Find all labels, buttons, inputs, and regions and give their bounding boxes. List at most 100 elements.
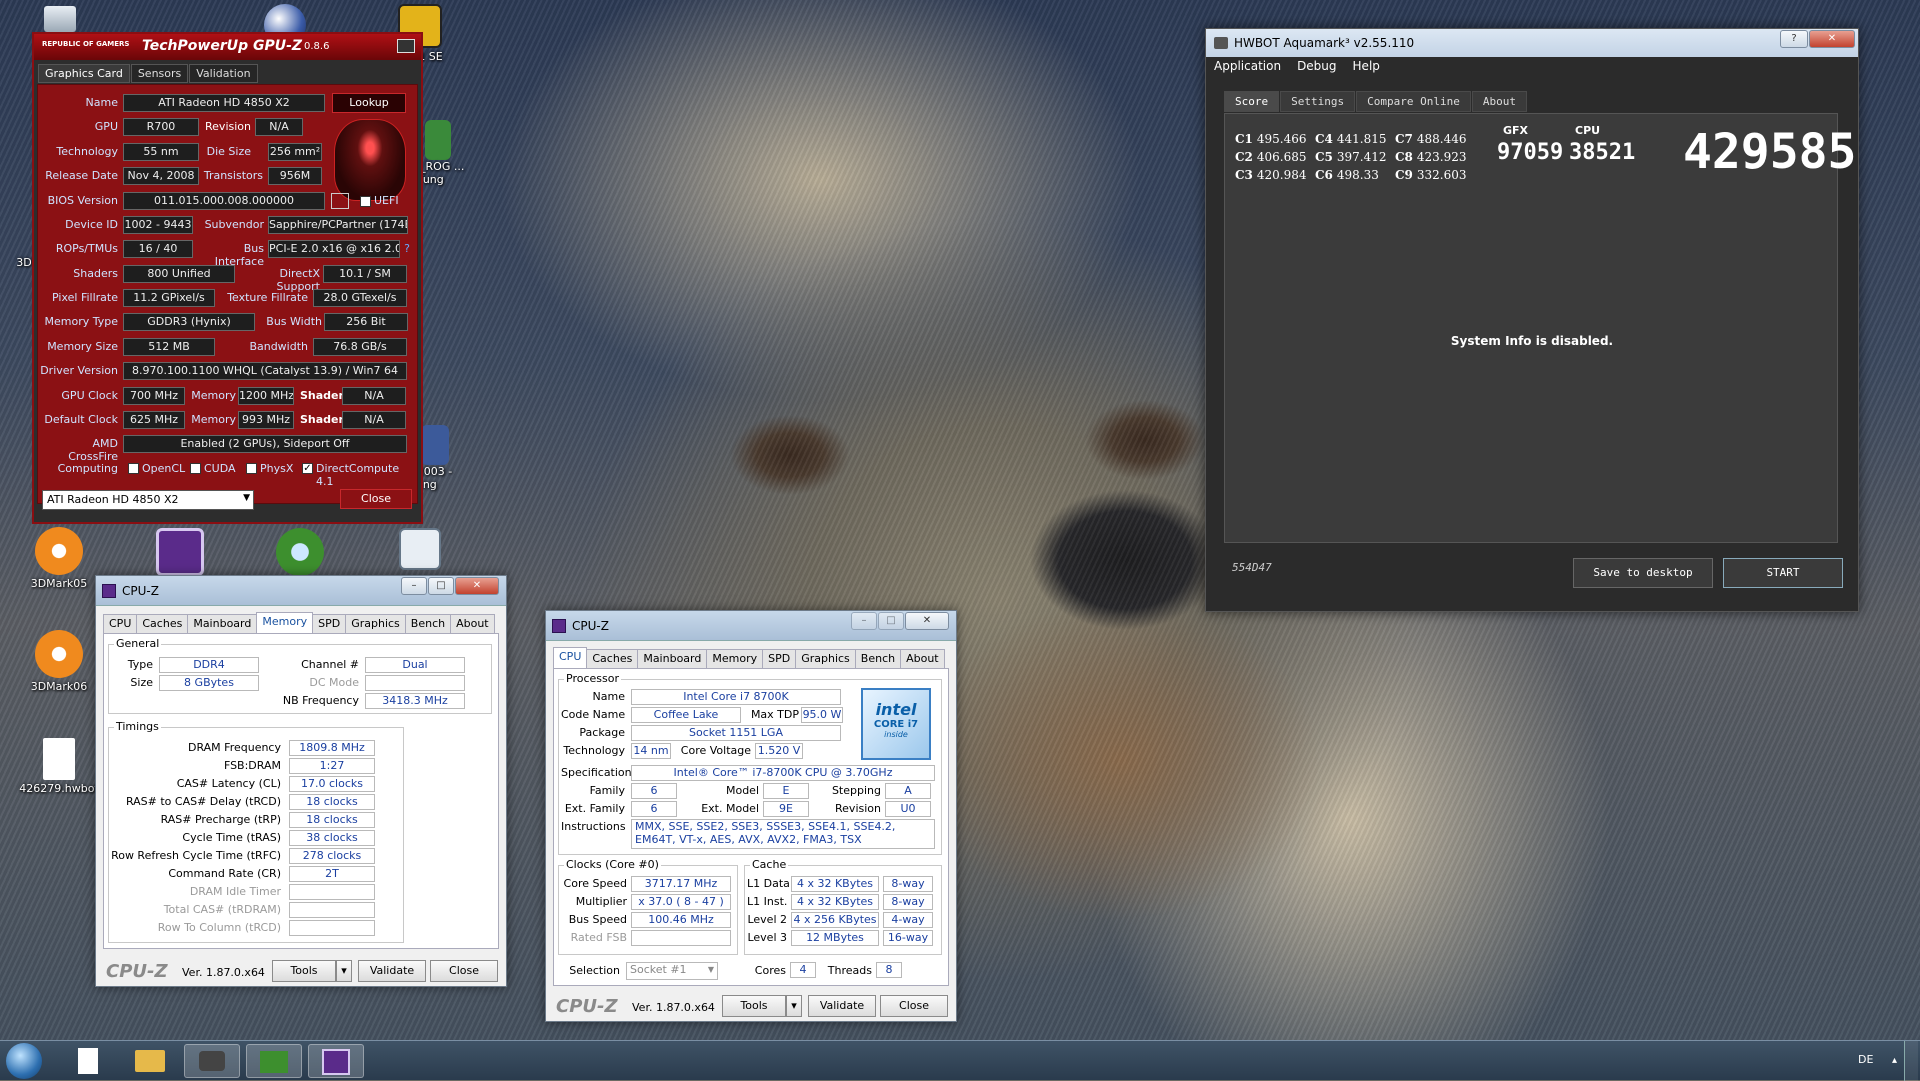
tools-dropdown-icon[interactable]: ▾ (786, 995, 802, 1017)
lookup-button[interactable]: Lookup (332, 93, 406, 113)
tab-spd[interactable]: SPD (762, 649, 797, 668)
taskbar-cpuz-icon[interactable] (308, 1044, 364, 1078)
tab-memory[interactable]: Memory (256, 612, 314, 633)
start-button-icon[interactable] (6, 1043, 42, 1079)
screenshot-icon[interactable] (397, 39, 415, 53)
close-button[interactable]: Close (430, 960, 498, 982)
physx-checkbox[interactable] (246, 463, 257, 474)
tab-score[interactable]: Score (1224, 91, 1280, 112)
subscore-key: C1 (1235, 132, 1253, 146)
tab-cpu[interactable]: CPU (553, 647, 588, 668)
subscore-item: C8 423.923 (1395, 150, 1467, 164)
taskbar-notepad-icon[interactable] (60, 1044, 116, 1078)
dc-mode-value (365, 675, 465, 691)
help-icon[interactable]: ? (1780, 30, 1808, 48)
selection-dropdown[interactable]: Socket #1 ▼ (626, 962, 718, 980)
minimize-icon[interactable]: – (401, 577, 427, 595)
close-icon[interactable]: ✕ (455, 577, 499, 595)
taskbar-explorer-icon[interactable] (122, 1044, 178, 1078)
maximize-icon[interactable]: □ (428, 577, 454, 595)
cpuz-cpu-title: CPU-Z (572, 619, 609, 633)
3dmark05-icon[interactable]: 3DMark05 (19, 527, 99, 590)
chevron-down-icon: ▼ (243, 493, 250, 503)
bios-share-icon[interactable] (331, 193, 349, 209)
tools-button[interactable]: Tools (722, 995, 786, 1017)
language-indicator[interactable]: DE (1858, 1053, 1873, 1066)
tab-sensors[interactable]: Sensors (130, 64, 189, 83)
tab-bench[interactable]: Bench (854, 649, 902, 668)
subscore-key: C9 (1395, 168, 1413, 182)
tab-graphics-card[interactable]: Graphics Card (38, 64, 130, 83)
tab-memory[interactable]: Memory (706, 649, 764, 668)
menu-help[interactable]: Help (1353, 59, 1380, 73)
cpuz-shortcut-icon[interactable] (150, 528, 210, 578)
recycle-bin-icon[interactable] (20, 6, 100, 34)
hwbot-file-label: 426279.hwbot (19, 782, 99, 795)
taskbar-gpuz-icon[interactable] (246, 1044, 302, 1078)
close-icon[interactable]: ✕ (1809, 30, 1855, 48)
cuda-checkbox[interactable] (190, 463, 201, 474)
close-button[interactable]: Close (340, 489, 412, 509)
hwbot-file-icon[interactable]: 426279.hwbot (19, 738, 99, 795)
gpuz-shortcut-icon[interactable] (390, 528, 450, 572)
specification-label: Specification (561, 766, 632, 779)
minimize-icon[interactable]: – (851, 612, 877, 630)
cores-label: Cores (754, 964, 786, 977)
tools-dropdown-icon[interactable]: ▾ (336, 960, 352, 982)
tab-caches[interactable]: Caches (136, 614, 189, 633)
tab-spd[interactable]: SPD (312, 614, 347, 633)
uefi-checkbox[interactable] (360, 196, 371, 207)
chevron-down-icon: ▼ (707, 965, 714, 974)
validate-button[interactable]: Validate (808, 995, 876, 1017)
gpu-select-dropdown[interactable]: ATI Radeon HD 4850 X2 ▼ (42, 490, 254, 510)
tab-graphics[interactable]: Graphics (795, 649, 856, 668)
close-button[interactable]: Close (880, 995, 948, 1017)
threads-label: Threads (827, 964, 872, 977)
tab-about[interactable]: About (900, 649, 945, 668)
menu-application[interactable]: Application (1214, 59, 1281, 73)
revision-value: N/A (255, 118, 303, 136)
maximize-icon[interactable]: □ (878, 612, 904, 630)
tab-caches[interactable]: Caches (586, 649, 639, 668)
save-to-desktop-button[interactable]: Save to desktop (1573, 558, 1713, 588)
size-label: Size (130, 676, 153, 689)
tab-settings[interactable]: Settings (1280, 91, 1356, 112)
tab-graphics[interactable]: Graphics (345, 614, 406, 633)
bus-help-icon[interactable]: ? (400, 242, 410, 255)
tab-compare-online[interactable]: Compare Online (1356, 91, 1471, 112)
cache-label: Cache (750, 858, 789, 871)
max-tdp-label: Max TDP (750, 708, 799, 721)
gpu-select-value: ATI Radeon HD 4850 X2 (47, 493, 179, 506)
l1-inst-value: 4 x 32 KBytes (791, 894, 879, 910)
show-desktop-button[interactable] (1904, 1041, 1918, 1081)
driver-value: 8.970.100.1100 WHQL (Catalyst 13.9) / Wi… (123, 362, 407, 380)
tab-about[interactable]: About (1471, 91, 1527, 112)
directcompute-label: DirectCompute 4.1 (316, 462, 400, 488)
close-icon[interactable]: ✕ (905, 612, 949, 630)
tools-button[interactable]: Tools (272, 960, 336, 982)
3dmark06-icon[interactable]: 3DMark06 (19, 630, 99, 693)
clocks-group: Clocks (Core #0) Core Speed 3717.17 MHz … (558, 858, 738, 955)
tab-mainboard[interactable]: Mainboard (637, 649, 708, 668)
tab-bench[interactable]: Bench (404, 614, 452, 633)
menu-debug[interactable]: Debug (1297, 59, 1336, 73)
ext-model-value: 9E (763, 801, 809, 817)
tab-cpu[interactable]: CPU (103, 614, 138, 633)
release-date-label: Release Date (45, 169, 118, 182)
directcompute-checkbox[interactable]: ✓ (302, 463, 313, 474)
tab-validation[interactable]: Validation (189, 64, 258, 83)
tab-mainboard[interactable]: Mainboard (187, 614, 258, 633)
code-name-value: Coffee Lake (631, 707, 741, 723)
timing-value (289, 884, 375, 900)
instructions-label: Instructions (561, 820, 626, 833)
result-code: 554D47 (1232, 561, 1272, 574)
validate-button[interactable]: Validate (358, 960, 426, 982)
tab-about[interactable]: About (450, 614, 495, 633)
tray-expand-icon[interactable]: ▴ (1892, 1055, 1897, 1066)
opencl-checkbox[interactable] (128, 463, 139, 474)
hwbot-shortcut-icon[interactable] (270, 528, 330, 578)
aquamark-title: HWBOT Aquamark³ v2.55.110 (1234, 36, 1415, 50)
start-button[interactable]: START (1723, 558, 1843, 588)
cpuz-logo: CPU-Z (106, 961, 168, 982)
taskbar-aquamark-icon[interactable] (184, 1044, 240, 1078)
